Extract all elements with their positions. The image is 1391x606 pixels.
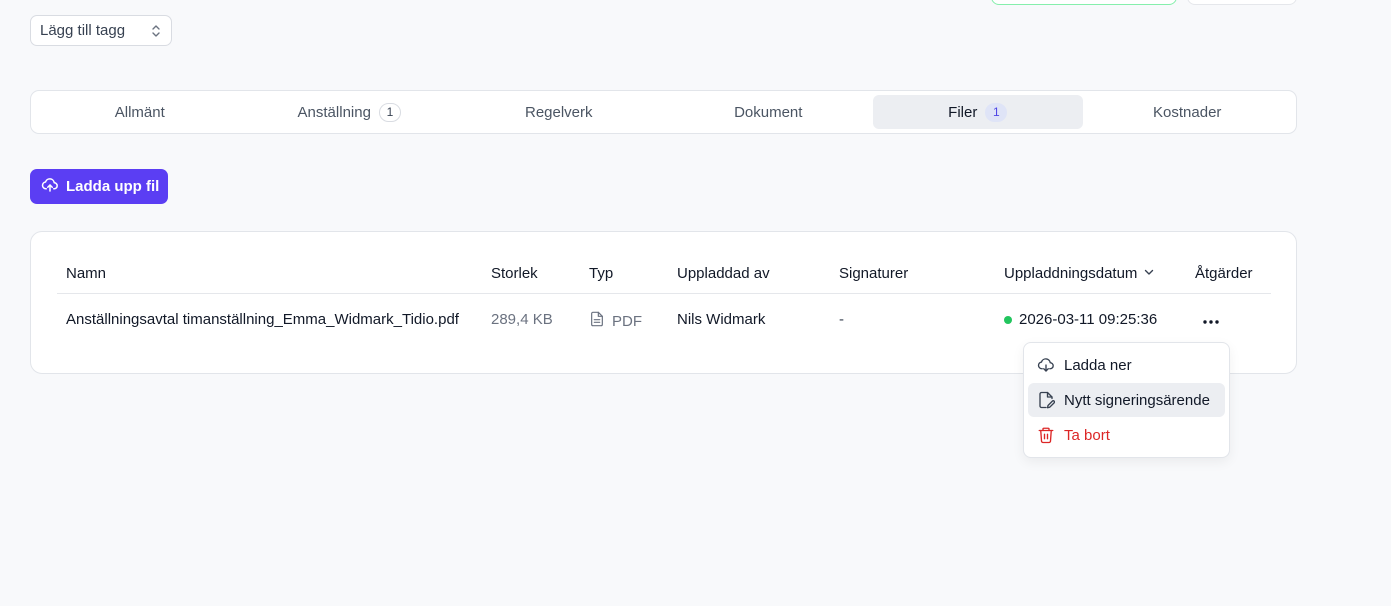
cloud-upload-icon	[41, 176, 59, 198]
row-actions-button[interactable]	[1200, 311, 1222, 329]
tab-kostnader[interactable]: Kostnader	[1083, 95, 1293, 129]
tab-bar: Allmänt Anställning 1 Regelverk Dokument…	[30, 90, 1297, 134]
top-secondary-button[interactable]	[1187, 0, 1297, 5]
file-icon	[589, 311, 605, 331]
upload-file-button[interactable]: Ladda upp fil	[30, 169, 168, 204]
tab-dokument[interactable]: Dokument	[664, 95, 874, 129]
top-action-button[interactable]	[991, 0, 1177, 5]
column-header-actions: Åtgärder	[1195, 265, 1253, 282]
file-edit-icon	[1037, 391, 1055, 409]
count-badge: 1	[378, 102, 401, 122]
file-type-cell: PDF	[589, 311, 642, 331]
tag-select[interactable]: Lägg till tagg	[30, 15, 172, 46]
upload-file-label: Ladda upp fil	[66, 178, 160, 195]
upload-date-text: 2026-03-11 09:25:36	[1019, 311, 1158, 328]
column-header-size[interactable]: Storlek	[491, 265, 538, 282]
row-actions-menu: Ladda ner Nytt signeringsärende Ta bort	[1023, 342, 1230, 458]
tab-regelverk[interactable]: Regelverk	[454, 95, 664, 129]
file-type-label: PDF	[612, 312, 642, 330]
tab-allmant[interactable]: Allmänt	[35, 95, 245, 129]
menu-item-label: Nytt signeringsärende	[1064, 391, 1210, 409]
menu-item-new-signing-case[interactable]: Nytt signeringsärende	[1028, 383, 1225, 417]
tab-label: Allmänt	[114, 103, 165, 121]
menu-item-download[interactable]: Ladda ner	[1028, 348, 1225, 382]
column-header-type[interactable]: Typ	[589, 265, 613, 282]
menu-item-label: Ta bort	[1064, 426, 1110, 444]
status-dot	[1004, 315, 1012, 324]
tab-label: Regelverk	[524, 103, 593, 121]
column-header-uploaded-by[interactable]: Uppladdad av	[677, 265, 770, 282]
tab-anstallning[interactable]: Anställning 1	[245, 95, 455, 129]
upload-date-cell: 2026-03-11 09:25:36	[1004, 311, 1157, 328]
cloud-download-icon	[1037, 356, 1055, 374]
column-header-upload-date[interactable]: Uppladdningsdatum	[1004, 265, 1155, 282]
header-divider	[57, 293, 1271, 294]
tag-select-label: Lägg till tagg	[40, 22, 126, 39]
more-horizontal-icon	[1203, 311, 1219, 329]
tab-filer[interactable]: Filer 1	[873, 95, 1083, 129]
chevron-up-down-icon	[150, 23, 162, 39]
tab-label: Kostnader	[1153, 103, 1222, 121]
uploaded-by-cell: Nils Widmark	[677, 311, 766, 328]
file-size-cell: 289,4 KB	[491, 311, 553, 328]
signatures-cell: -	[839, 311, 844, 328]
menu-item-label: Ladda ner	[1064, 356, 1132, 374]
menu-item-delete[interactable]: Ta bort	[1028, 418, 1225, 452]
tab-label: Dokument	[734, 103, 803, 121]
chevron-down-icon	[1143, 265, 1155, 282]
tab-label: Anställning	[297, 103, 371, 121]
column-header-label: Uppladdningsdatum	[1004, 265, 1138, 282]
column-header-signatures[interactable]: Signaturer	[839, 265, 908, 282]
trash-icon	[1037, 426, 1055, 444]
count-badge: 1	[985, 102, 1008, 122]
column-header-name[interactable]: Namn	[66, 265, 106, 282]
file-name-cell[interactable]: Anställningsavtal timanställning_Emma_Wi…	[66, 311, 459, 328]
tab-label: Filer	[948, 103, 978, 121]
